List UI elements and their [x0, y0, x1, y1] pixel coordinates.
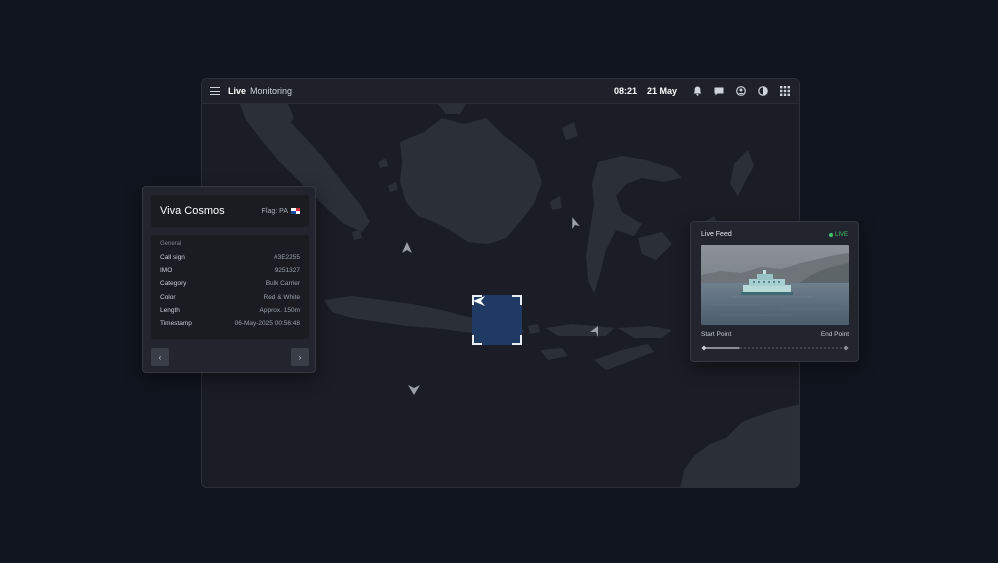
start-point-label: Start Point	[701, 331, 732, 338]
vessel-name: Viva Cosmos	[160, 205, 225, 217]
detail-label: Length	[160, 306, 180, 314]
detail-label: Color	[160, 293, 176, 301]
target-corner	[472, 335, 482, 345]
next-vessel-button[interactable]: ›	[291, 348, 309, 366]
app-title-monitoring: Monitoring	[250, 86, 293, 96]
detail-value: #3E2255	[273, 254, 300, 262]
detail-row: Length Approx. 150m	[160, 304, 300, 317]
detail-label: Call sign	[160, 254, 185, 262]
top-bar: Live Monitoring 08:21 21 May	[202, 79, 799, 104]
vessel-details: General Call sign #3E2255 IMO 9251327 Cate…	[151, 235, 309, 339]
detail-value: Red & White	[263, 293, 301, 301]
panama-flag-icon	[291, 208, 300, 214]
detail-row: Color Red & White	[160, 291, 300, 304]
vessel-section-title: General	[160, 241, 182, 247]
detail-row: Call sign #3E2255	[160, 251, 300, 264]
target-corner	[512, 295, 522, 305]
end-point-marker-icon	[843, 345, 849, 351]
previous-vessel-button[interactable]: ‹	[151, 348, 169, 366]
detail-row: Timestamp 06-May-2025 00:56:48	[160, 317, 300, 330]
target-corner	[512, 335, 522, 345]
start-point-marker-icon	[701, 345, 707, 351]
detail-label: Timestamp	[160, 320, 192, 328]
end-point-label: End Point	[820, 331, 849, 338]
live-feed-title: Live Feed	[701, 231, 732, 238]
live-video-frame[interactable]	[701, 245, 849, 325]
user-icon[interactable]	[735, 85, 747, 97]
vessel-marker-icon[interactable]	[408, 385, 420, 395]
detail-value: 9251327	[274, 267, 300, 275]
top-bar-right: 08:21 21 May	[614, 85, 791, 97]
detail-label: IMO	[160, 267, 173, 275]
live-feed-panel: Live Feed LIVE Start Point End Point	[690, 221, 859, 362]
detail-row: IMO 9251327	[160, 264, 300, 277]
live-status-label: LIVE	[834, 232, 848, 238]
vessel-header: Viva Cosmos Flag: PA	[151, 195, 309, 227]
chat-icon[interactable]	[713, 85, 725, 97]
vessel-flag-label: Flag: PA	[261, 207, 288, 215]
selected-vessel-icon	[473, 296, 485, 306]
vessel-flag: Flag: PA	[262, 208, 300, 215]
clock-time: 08:21	[613, 86, 637, 96]
app-title-live: Live	[228, 86, 247, 96]
bell-icon[interactable]	[691, 85, 703, 97]
route-labels: Start Point End Point	[701, 331, 849, 338]
hamburger-menu-icon[interactable]	[210, 87, 220, 95]
detail-value: Bulk Carrier	[265, 280, 300, 288]
contrast-icon[interactable]	[757, 85, 769, 97]
detail-value: 06-May-2025 00:56:48	[234, 320, 300, 328]
clock-date: 21 May	[646, 86, 677, 96]
grid-icon[interactable]	[779, 85, 791, 97]
ferry-video-image	[701, 245, 849, 325]
vessel-info-panel: Viva Cosmos Flag: PA General Call sign #3…	[142, 186, 316, 373]
route-progress-slider[interactable]	[701, 345, 849, 351]
selected-vessel-target[interactable]	[472, 295, 522, 345]
live-dot-icon	[828, 233, 833, 237]
vessel-marker-icon[interactable]	[402, 242, 412, 253]
detail-label: Category	[160, 280, 187, 288]
live-status-badge: LIVE	[828, 232, 848, 238]
vessel-marker-icon[interactable]	[569, 216, 580, 230]
detail-row: Category Bulk Carrier	[160, 277, 300, 290]
detail-value: Approx. 150m	[259, 306, 300, 314]
